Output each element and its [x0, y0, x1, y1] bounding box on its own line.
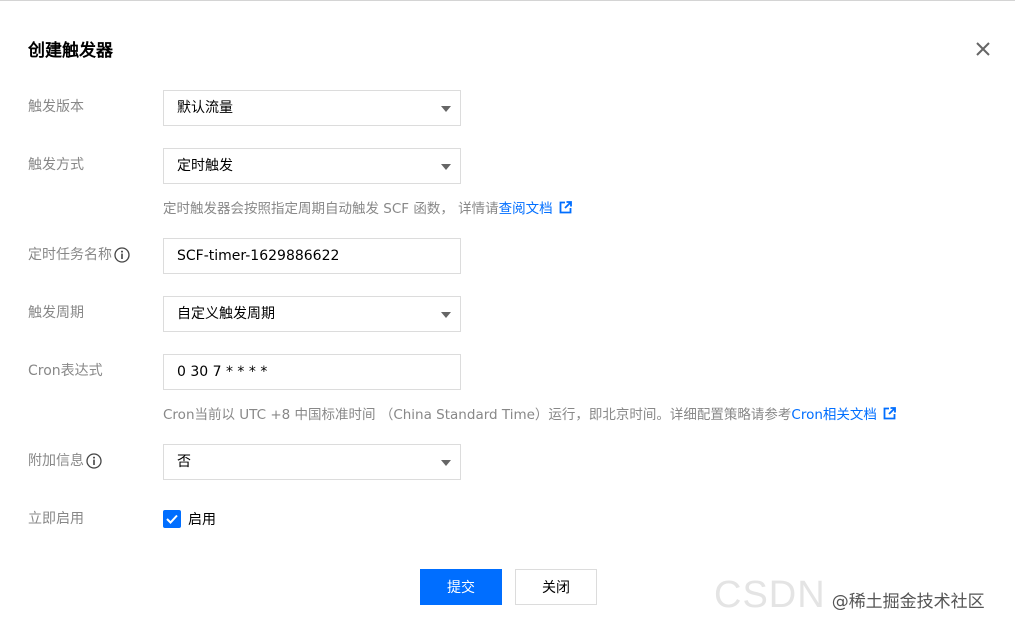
cron-label: Cron表达式 — [28, 353, 103, 389]
chevron-down-icon — [441, 312, 451, 318]
close-icon[interactable] — [971, 37, 995, 61]
top-border — [0, 0, 1015, 1]
extra-info-select-value: 否 — [177, 454, 191, 470]
external-link-icon[interactable] — [883, 406, 896, 420]
task-name-label-text: 定时任务名称 — [28, 247, 112, 263]
close-button[interactable]: 关闭 — [515, 569, 597, 605]
cron-input[interactable] — [163, 354, 461, 390]
enable-checkbox-label[interactable]: 启用 — [188, 509, 216, 529]
method-select-value: 定时触发 — [177, 158, 233, 174]
version-select[interactable]: 默认流量 — [163, 90, 461, 126]
method-label-text: 触发方式 — [28, 157, 84, 173]
task-name-label: 定时任务名称 — [28, 237, 130, 273]
extra-info-label: 附加信息 — [28, 443, 102, 479]
enable-label: 立即启用 — [28, 501, 84, 537]
method-help-text: 定时触发器会按照指定周期自动触发 SCF 函数， 详情请 — [163, 201, 499, 217]
cron-help: Cron当前以 UTC +8 中国标准时间 （China Standard Ti… — [163, 403, 896, 423]
submit-button[interactable]: 提交 — [420, 569, 502, 605]
version-select-value: 默认流量 — [177, 100, 233, 116]
version-label-text: 触发版本 — [28, 99, 84, 115]
task-name-input[interactable] — [163, 238, 461, 274]
chevron-down-icon — [441, 164, 451, 170]
chevron-down-icon — [441, 106, 451, 112]
dialog-title: 创建触发器 — [28, 41, 113, 61]
watermark-brand: CSDN — [714, 574, 826, 616]
chevron-down-icon — [441, 460, 451, 466]
cron-help-text: Cron当前以 UTC +8 中国标准时间 （China Standard Ti… — [163, 407, 792, 423]
watermark: CSDN @稀土掘金技术社区 — [714, 574, 985, 617]
version-label: 触发版本 — [28, 89, 84, 125]
method-help: 定时触发器会按照指定周期自动触发 SCF 函数， 详情请 查阅文档 — [163, 197, 572, 217]
watermark-author: @稀土掘金技术社区 — [831, 592, 985, 612]
period-label-text: 触发周期 — [28, 305, 84, 321]
method-select[interactable]: 定时触发 — [163, 148, 461, 184]
period-label: 触发周期 — [28, 295, 84, 331]
enable-label-text: 立即启用 — [28, 511, 84, 527]
enable-checkbox[interactable] — [163, 510, 181, 528]
extra-info-label-text: 附加信息 — [28, 453, 84, 469]
period-select-value: 自定义触发周期 — [177, 306, 275, 322]
cron-label-text: Cron表达式 — [28, 363, 103, 379]
method-label: 触发方式 — [28, 147, 84, 183]
info-icon[interactable] — [86, 453, 102, 469]
external-link-icon[interactable] — [559, 200, 572, 214]
info-icon[interactable] — [114, 247, 130, 263]
extra-info-select[interactable]: 否 — [163, 444, 461, 480]
cron-doc-link[interactable]: Cron相关文档 — [791, 403, 877, 423]
period-select[interactable]: 自定义触发周期 — [163, 296, 461, 332]
method-doc-link[interactable]: 查阅文档 — [499, 197, 553, 217]
check-icon — [166, 514, 178, 524]
